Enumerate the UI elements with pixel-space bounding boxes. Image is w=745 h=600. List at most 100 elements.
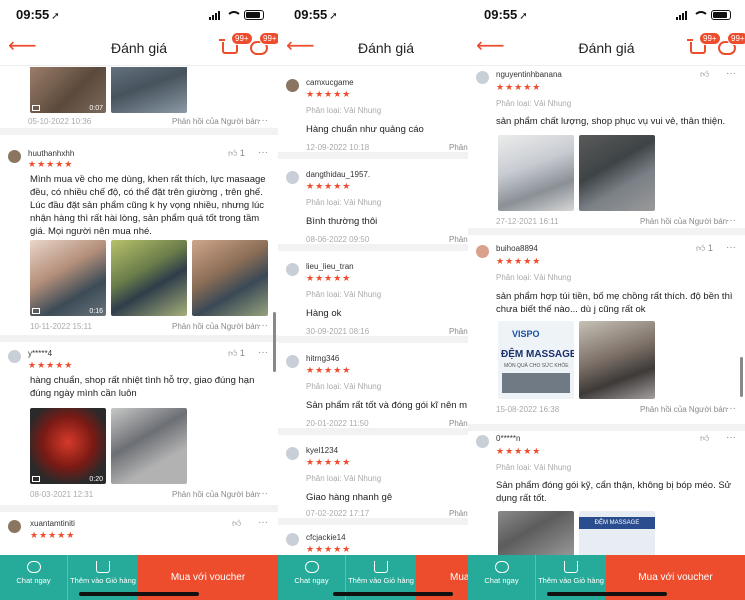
review-video-thumbnail[interactable]: 0:07 xyxy=(30,67,106,113)
seller-reply-link[interactable]: Phản xyxy=(449,235,468,244)
more-options-icon[interactable]: ··· xyxy=(258,147,268,158)
page-title: Đánh giá xyxy=(358,40,415,56)
header: ⟵ Đánh giá 99+ 99+ xyxy=(0,30,278,66)
cart-icon[interactable]: 99+ xyxy=(687,32,721,58)
review-image[interactable]: ĐỆM MASSAGE xyxy=(579,511,655,555)
review-item: buihoa8894 ★★★★★ 👍︎ 1 ··· Phân loại: Vải… xyxy=(468,235,745,431)
review-list[interactable]: nguyentinhbanana ★★★★★ 👍︎ ··· Phân loại:… xyxy=(468,67,745,555)
more-options-icon[interactable]: ··· xyxy=(726,215,736,226)
review-list[interactable]: 0:07 05-10-2022 10:36 Phản hồi của Người… xyxy=(0,67,278,555)
review-image[interactable] xyxy=(498,135,574,211)
review-image[interactable] xyxy=(111,67,187,113)
more-options-icon[interactable]: ··· xyxy=(726,242,736,253)
battery-icon xyxy=(711,10,731,20)
cart-icon[interactable]: 99+ xyxy=(219,32,253,58)
avatar xyxy=(476,435,489,448)
seller-reply-link[interactable]: Phản hồi của Người bán xyxy=(172,117,259,126)
variant-label: Phân loại: Vải Nhung xyxy=(496,99,572,108)
review-image[interactable] xyxy=(111,240,187,316)
avatar xyxy=(476,245,489,258)
review-video-thumbnail[interactable]: 0:16 xyxy=(30,240,106,316)
review-image[interactable] xyxy=(498,511,574,555)
like-button[interactable]: 👍︎ xyxy=(232,518,241,529)
seller-reply-link[interactable]: Phản hồi của Người bán xyxy=(172,490,259,499)
more-options-icon[interactable]: ··· xyxy=(258,488,268,499)
review-image[interactable] xyxy=(192,240,268,316)
scrollbar[interactable] xyxy=(740,357,743,397)
review-text: sản phẩm chất lượng, shop phục vụ vui vẻ… xyxy=(496,116,726,127)
seller-reply-link[interactable]: Phản xyxy=(449,419,468,428)
avatar xyxy=(8,150,21,163)
like-button[interactable]: 👍︎ 1 xyxy=(228,148,245,159)
home-indicator xyxy=(546,592,667,596)
cart-plus-icon xyxy=(564,561,578,573)
review-item: xuantamtiniti ★★★★★ 👍︎ ··· xyxy=(0,512,278,555)
star-rating: ★★★★★ xyxy=(30,530,76,540)
more-options-icon[interactable]: ··· xyxy=(726,432,736,443)
review-list[interactable]: camxucgame ★★★★★ Phân loại: Vải Nhung Hà… xyxy=(278,67,468,555)
variant-label: Phân loại: Vải Nhung xyxy=(306,106,382,115)
variant-label: Phân loại: Vải Nhung xyxy=(496,273,572,282)
status-bar: 09:55 ➚ xyxy=(0,0,278,30)
review-image[interactable] xyxy=(111,408,187,484)
review-item: hitrng346 ★★★★★ Phân loại: Vải Nhung Sản… xyxy=(278,343,468,435)
more-options-icon[interactable]: ··· xyxy=(258,347,268,358)
star-rating: ★★★★★ xyxy=(306,273,352,283)
review-date: 05-10-2022 10:36 xyxy=(28,117,92,126)
variant-label: Phân loại: Vải Nhung xyxy=(306,198,382,207)
screen-2: 09:55 ➚ ⟵ Đánh giá camxucgame ★★★★★ Phân … xyxy=(278,0,468,600)
status-bar: 09:55 ➚ xyxy=(468,0,745,30)
variant-label: Phân loại: Vải Nhung xyxy=(306,474,382,483)
wifi-icon xyxy=(693,10,709,20)
review-username: nguyentinhbanana xyxy=(496,70,562,79)
review-username: y*****4 xyxy=(28,349,53,358)
like-button[interactable]: 👍︎ 1 xyxy=(696,243,713,254)
review-date: 27-12-2021 16:11 xyxy=(496,217,559,226)
more-options-icon[interactable]: ··· xyxy=(258,320,268,331)
more-options-icon[interactable]: ··· xyxy=(726,68,736,79)
review-item: y*****4 ★★★★★ 👍︎ 1 ··· hàng chuẩn, shop … xyxy=(0,342,278,512)
like-button[interactable]: 👍︎ xyxy=(700,69,709,80)
header: ⟵ Đánh giá xyxy=(278,30,468,66)
more-options-icon[interactable]: ··· xyxy=(258,517,268,528)
review-username: xuantamtiniti xyxy=(30,519,75,528)
review-image[interactable] xyxy=(579,135,655,211)
review-date: 10-11-2022 15:11 xyxy=(30,322,92,331)
scrollbar[interactable] xyxy=(273,312,276,372)
signal-icon xyxy=(209,10,220,20)
review-image[interactable]: VISPO ĐỆM MASSAGE MÓN QUÀ CHO SỨC KHỎE xyxy=(498,321,574,399)
review-username: camxucgame xyxy=(306,78,354,87)
chat-badge: 99+ xyxy=(727,32,745,45)
more-options-icon[interactable]: ··· xyxy=(726,403,736,414)
seller-reply-link[interactable]: Phản xyxy=(449,143,468,152)
review-text: Bình thường thôi xyxy=(306,216,378,227)
like-button[interactable]: 👍︎ xyxy=(700,433,709,444)
star-rating: ★★★★★ xyxy=(496,256,542,266)
review-item: 0*****n ★★★★★ 👍︎ ··· Phân loại: Vải Nhun… xyxy=(468,431,745,555)
chat-icon[interactable]: 99+ xyxy=(250,32,278,58)
chat-now-button[interactable]: Chat ngay xyxy=(468,555,536,600)
screen-3: 09:55 ➚ ⟵ Đánh giá 99+ 99+ nguyentinhbana… xyxy=(468,0,745,600)
chat-now-button[interactable]: Chat ngay xyxy=(0,555,68,600)
review-item: dangthidau_1957. ★★★★★ Phân loại: Vải Nh… xyxy=(278,159,468,251)
review-username: buihoa8894 xyxy=(496,244,538,253)
seller-reply-link[interactable]: Phản hồi của Người bán xyxy=(640,405,727,414)
review-username: 0*****n xyxy=(496,434,521,443)
seller-reply-link[interactable]: Phản xyxy=(449,327,468,336)
review-text: Hàng chuẩn như quảng cáo xyxy=(306,124,424,135)
avatar xyxy=(476,71,489,84)
review-date: 20-01-2022 11:50 xyxy=(306,419,369,428)
star-rating: ★★★★★ xyxy=(306,365,352,375)
chat-icon[interactable]: 99+ xyxy=(718,32,745,58)
review-date: 07-02-2022 17:17 xyxy=(306,509,370,518)
seller-reply-link[interactable]: Phản xyxy=(449,509,468,518)
review-video-thumbnail[interactable]: 0:20 xyxy=(30,408,106,484)
review-image[interactable] xyxy=(579,321,655,399)
like-button[interactable]: 👍︎ 1 xyxy=(228,348,245,359)
more-options-icon[interactable]: ··· xyxy=(258,115,268,126)
avatar xyxy=(286,447,299,460)
star-rating: ★★★★★ xyxy=(306,457,352,467)
seller-reply-link[interactable]: Phản hồi của Người bán xyxy=(172,322,259,331)
seller-reply-link[interactable]: Phản hồi của Người bán xyxy=(640,217,727,226)
review-text: Hàng ok xyxy=(306,308,342,319)
